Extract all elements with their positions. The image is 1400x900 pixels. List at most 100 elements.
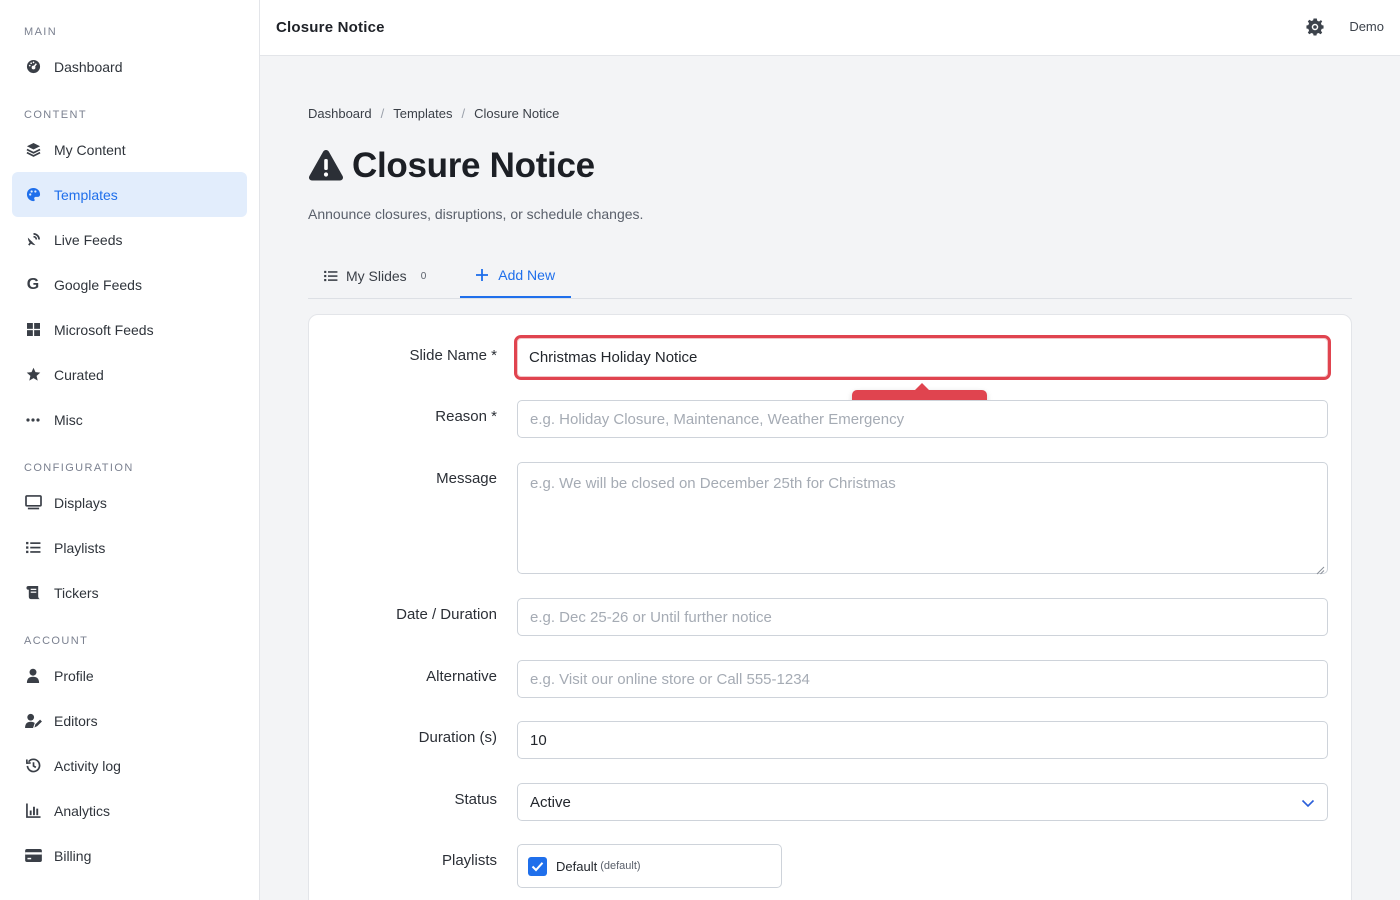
page-header: Closure Notice — [308, 145, 1352, 187]
breadcrumb-current: Closure Notice — [474, 105, 560, 121]
sidebar-item-label: Analytics — [54, 802, 111, 819]
satellite-dish-icon — [24, 231, 42, 249]
sidebar-item-microsoft-feeds[interactable]: Microsoft Feeds — [12, 307, 247, 352]
sidebar-item-profile[interactable]: Profile — [12, 653, 247, 698]
main-content: Dashboard / Templates / Closure Notice C… — [308, 56, 1352, 900]
sidebar-item-playlists[interactable]: Playlists — [12, 525, 247, 570]
slide-form: Slide Name * Christmas Holiday Notice Ty… — [308, 314, 1352, 900]
sidebar-item-billing[interactable]: Billing — [12, 833, 247, 878]
warning-icon — [308, 149, 344, 183]
sidebar-item-label: Templates — [54, 186, 118, 203]
duration-input[interactable]: 10 — [517, 721, 1328, 759]
sidebar-section-account: ACCOUNT — [24, 635, 89, 647]
tab-my-slides[interactable]: My Slides 0 — [308, 254, 442, 298]
breadcrumb-link-templates[interactable]: Templates — [393, 106, 452, 121]
sidebar-item-label: Live Feeds — [54, 231, 123, 248]
sidebar-item-templates[interactable]: Templates — [12, 172, 247, 217]
sidebar-item-label: My Content — [54, 141, 126, 158]
sidebar-item-my-content[interactable]: My Content — [12, 127, 247, 172]
sidebar-item-label: Tickers — [54, 584, 99, 601]
status-select[interactable]: Active — [517, 783, 1328, 821]
sidebar-section-configuration: CONFIGURATION — [24, 462, 134, 474]
reason-input[interactable]: e.g. Holiday Closure, Maintenance, Weath… — [517, 400, 1328, 438]
gear-icon[interactable] — [1306, 18, 1326, 38]
sidebar-section-main: MAIN — [24, 26, 58, 38]
star-icon — [24, 366, 42, 384]
google-icon: G — [26, 275, 40, 293]
sidebar-item-label: Activity log — [54, 757, 121, 774]
date-input[interactable]: e.g. Dec 25-26 or Until further notice — [517, 598, 1328, 636]
alternative-input[interactable]: e.g. Visit our online store or Call 555-… — [517, 660, 1328, 698]
breadcrumb: Dashboard / Templates / Closure Notice — [308, 105, 1352, 121]
sidebar-item-label: Curated — [54, 366, 104, 383]
user-menu[interactable]: Demo — [1349, 19, 1384, 34]
slide-name-input[interactable]: Christmas Holiday Notice — [514, 335, 1331, 380]
ellipsis-icon — [24, 411, 42, 429]
sidebar-item-live-feeds[interactable]: Live Feeds — [12, 217, 247, 262]
slides-count-badge: 0 — [420, 270, 427, 282]
plus-icon — [476, 268, 490, 282]
sidebar-item-analytics[interactable]: Analytics — [12, 788, 247, 833]
page-title: Closure Notice — [352, 146, 595, 185]
sidebar-item-google-feeds[interactable]: G Google Feeds — [12, 262, 247, 307]
sidebar-item-activity-log[interactable]: Activity log — [12, 743, 247, 788]
monitor-icon — [24, 494, 42, 512]
message-placeholder: e.g. We will be closed on December 25th … — [530, 475, 896, 492]
tab-label: My Slides — [346, 268, 407, 284]
sidebar-item-label: Profile — [54, 667, 94, 684]
sidebar-item-label: Dashboard — [54, 58, 123, 75]
list-icon — [324, 269, 338, 283]
topbar-title: Closure Notice — [276, 19, 385, 36]
sidebar-item-displays[interactable]: Displays — [12, 480, 247, 525]
playlists-label: Playlists — [441, 852, 497, 869]
sidebar-item-label: Playlists — [54, 539, 106, 556]
tab-add-new[interactable]: Add New — [460, 254, 572, 298]
credit-card-icon — [24, 847, 42, 865]
topbar: Closure Notice Demo — [260, 0, 1400, 56]
palette-icon — [24, 186, 42, 204]
user-icon — [24, 667, 42, 685]
scroll-icon — [24, 584, 42, 602]
sidebar: MAIN Dashboard CONTENT My Content Templa… — [0, 0, 260, 900]
breadcrumb-separator: / — [380, 105, 385, 121]
message-label: Message — [436, 470, 497, 487]
list-icon — [24, 539, 42, 557]
sidebar-item-tickers[interactable]: Tickers — [12, 570, 247, 615]
playlist-name: Default — [556, 858, 598, 874]
page-subtitle: Announce closures, disruptions, or sched… — [308, 206, 644, 222]
sidebar-item-label: Microsoft Feeds — [54, 321, 154, 338]
sidebar-item-label: Displays — [54, 494, 107, 511]
alternative-label: Alternative — [426, 668, 497, 685]
dashboard-icon — [24, 58, 42, 76]
playlist-option-default[interactable]: Default (default) — [517, 844, 782, 888]
sidebar-item-dashboard[interactable]: Dashboard — [12, 44, 247, 89]
breadcrumb-separator: / — [461, 105, 466, 121]
history-icon — [24, 757, 42, 775]
duration-label: Duration (s) — [418, 729, 497, 746]
windows-icon — [24, 321, 42, 339]
reason-label: Reason * — [435, 408, 497, 425]
chart-icon — [24, 802, 42, 820]
sidebar-item-label: Billing — [54, 847, 92, 864]
date-label: Date / Duration — [396, 606, 497, 623]
sidebar-item-label: Google Feeds — [54, 276, 142, 293]
chevron-down-icon — [1301, 796, 1315, 810]
playlist-default-note: (default) — [600, 860, 641, 872]
tab-label: Add New — [498, 267, 556, 283]
sidebar-item-misc[interactable]: Misc — [12, 397, 247, 442]
checkbox-checked[interactable] — [528, 856, 547, 876]
status-selected-value: Active — [530, 793, 571, 811]
tab-bar: My Slides 0 Add New — [308, 254, 1352, 299]
breadcrumb-link-dashboard[interactable]: Dashboard — [308, 106, 372, 121]
sidebar-item-curated[interactable]: Curated — [12, 352, 247, 397]
sidebar-item-label: Editors — [54, 712, 98, 729]
sidebar-section-content: CONTENT — [24, 109, 87, 121]
resize-grip-icon[interactable] — [1316, 562, 1325, 575]
layers-icon — [24, 141, 42, 159]
user-edit-icon — [24, 712, 42, 730]
sidebar-item-editors[interactable]: Editors — [12, 698, 247, 743]
message-textarea[interactable]: e.g. We will be closed on December 25th … — [517, 462, 1328, 575]
sidebar-item-label: Misc — [54, 411, 83, 428]
slide-name-label: Slide Name * — [409, 347, 497, 364]
status-label: Status — [454, 791, 497, 808]
